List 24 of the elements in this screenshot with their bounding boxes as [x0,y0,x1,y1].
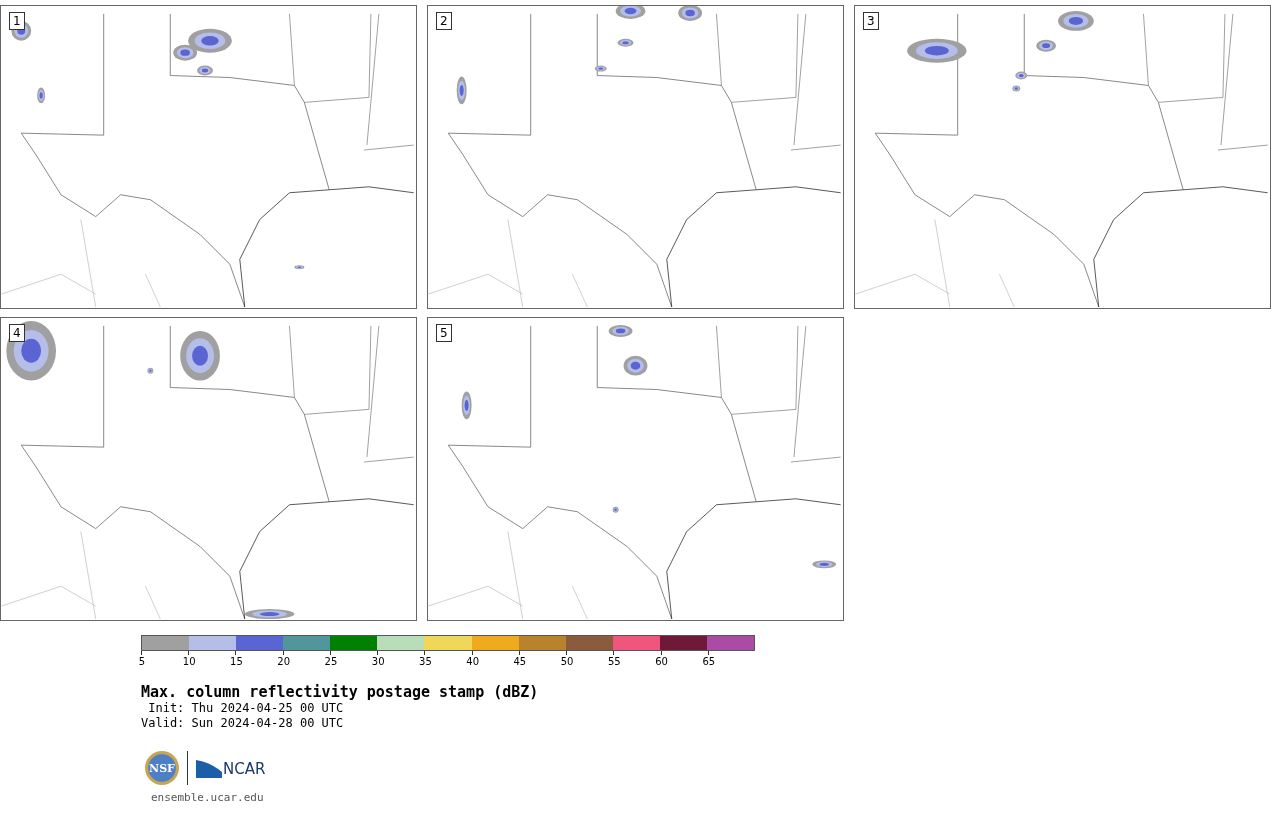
tick-label: 25 [323,656,339,667]
tick-label: 60 [654,656,669,667]
panel-number: 2 [436,12,452,30]
tick-label: 15 [229,656,244,667]
panel-number: 4 [9,324,25,342]
tick-label: 40 [465,656,480,667]
tick-label: 50 [559,656,575,667]
tick-label: 45 [512,656,528,667]
panel-number: 5 [436,324,452,342]
tick-label: 5 [137,656,147,667]
tick-label: 20 [276,656,292,667]
init-time: Init: Thu 2024-04-25 00 UTC [147,701,345,716]
ncar-logo: NCAR [196,758,266,778]
panel-number: 1 [9,12,25,30]
site-url[interactable]: ensemble.ucar.edu [151,791,1280,804]
valid-time: Valid: Sun 2024-04-28 00 UTC [141,716,345,731]
nsf-logo: NSF [145,751,179,785]
chart-title: Max. column reflectivity postage stamp (dBZ) [141,683,540,701]
tick-label: 10 [181,656,197,667]
tick-label: 30 [370,656,386,667]
tick-label: 35 [418,656,433,667]
panel-number: 3 [863,12,879,30]
tick-label: 65 [701,656,717,667]
tick-label: 55 [606,656,622,667]
